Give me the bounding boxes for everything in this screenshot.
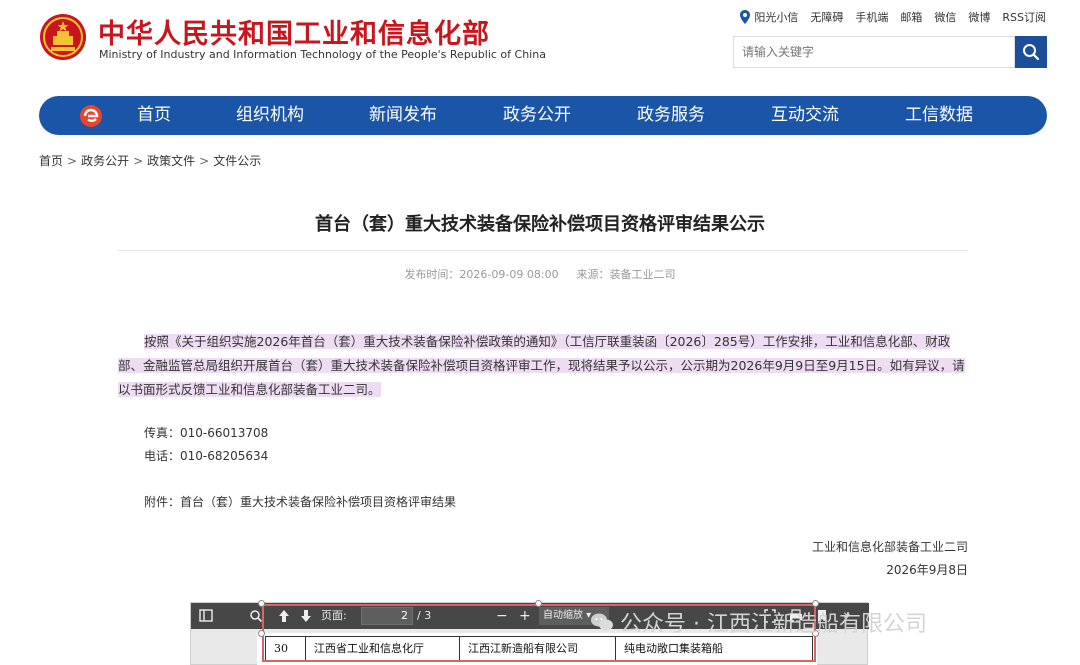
top-links: 阳光小信 无障碍 手机端 邮箱 微信 微博 RSS订阅	[740, 9, 1046, 25]
search-button[interactable]	[1015, 36, 1047, 68]
find-icon[interactable]	[249, 607, 263, 625]
breadcrumb-separator: >	[199, 154, 210, 168]
breadcrumb-file-notice[interactable]: 文件公示	[213, 154, 261, 168]
title-divider	[118, 250, 968, 251]
location-pin-icon	[740, 10, 751, 24]
site-header: 中华人民共和国工业和信息化部 Ministry of Industry and …	[0, 0, 1080, 90]
miit-logo-icon	[80, 105, 102, 127]
watermark-text: 公众号 · 江西江新造船有限公司	[620, 612, 927, 637]
source-label: 来源：	[576, 268, 610, 281]
nav-gov-services[interactable]: 政务服务	[637, 96, 705, 135]
toplink-sunshine[interactable]: 阳光小信	[754, 9, 798, 25]
resize-handle[interactable]	[258, 630, 265, 637]
watermark: 公众号 · 江西江新造船有限公司	[590, 606, 927, 638]
search-input[interactable]	[733, 36, 1015, 68]
site-subtitle: Ministry of Industry and Information Tec…	[99, 48, 546, 61]
resize-handle[interactable]	[258, 600, 265, 607]
national-emblem-icon	[40, 14, 86, 60]
main-nav: 首页 组织机构 新闻发布 政务公开 政务服务 互动交流 工信数据	[39, 96, 1047, 135]
article-paragraph: 按照《关于组织实施2026年首台（套）重大技术装备保险补偿政策的通知》（工信厅联…	[118, 330, 970, 402]
nav-data[interactable]: 工信数据	[905, 96, 973, 135]
site-title[interactable]: 中华人民共和国工业和信息化部	[98, 12, 490, 51]
signature-date: 2026年9月8日	[886, 563, 968, 577]
nav-news[interactable]: 新闻发布	[369, 96, 437, 135]
toplink-wechat[interactable]: 微信	[934, 9, 956, 25]
breadcrumb: 首页 > 政务公开 > 政策文件 > 文件公示	[39, 152, 261, 169]
publish-label: 发布时间：	[404, 268, 460, 281]
breadcrumb-home[interactable]: 首页	[39, 154, 63, 168]
breadcrumb-policy-docs[interactable]: 政策文件	[147, 154, 195, 168]
nav-gov-affairs[interactable]: 政务公开	[503, 96, 571, 135]
fax-line: 传真：010-66013708	[144, 426, 269, 440]
breadcrumb-gov-affairs[interactable]: 政务公开	[81, 154, 129, 168]
resize-handle[interactable]	[535, 600, 542, 607]
search-icon	[1023, 44, 1040, 61]
sidebar-toggle-icon[interactable]	[199, 607, 213, 625]
toplink-accessibility[interactable]: 无障碍	[810, 9, 843, 25]
toplink-weibo[interactable]: 微博	[968, 9, 990, 25]
wechat-official-icon	[591, 613, 613, 631]
toplink-rss[interactable]: RSS订阅	[1002, 9, 1046, 25]
breadcrumb-separator: >	[133, 154, 144, 168]
nav-organization[interactable]: 组织机构	[236, 96, 304, 135]
nav-interaction[interactable]: 互动交流	[771, 96, 839, 135]
article-meta: 发布时间：2026-09-09 08:00 来源：装备工业二司	[0, 266, 1080, 282]
article-title: 首台（套）重大技术装备保险补偿项目资格评审结果公示	[315, 214, 765, 235]
signature: 工业和信息化部装备工业二司	[811, 540, 968, 554]
publish-time: 2026-09-09 08:00	[459, 268, 559, 281]
source-name: 装备工业二司	[609, 268, 676, 281]
nav-home[interactable]: 首页	[137, 96, 171, 135]
toplink-mobile[interactable]: 手机端	[855, 9, 888, 25]
highlighted-text: 按照《关于组织实施2026年首台（套）重大技术装备保险补偿政策的通知》（工信厅联…	[118, 334, 965, 397]
attachment-line[interactable]: 附件：首台（套）重大技术装备保险补偿项目资格评审结果	[144, 493, 456, 510]
phone-line: 电话：010-68205634	[144, 449, 269, 463]
breadcrumb-separator: >	[67, 154, 78, 168]
toplink-mailbox[interactable]: 邮箱	[900, 9, 922, 25]
